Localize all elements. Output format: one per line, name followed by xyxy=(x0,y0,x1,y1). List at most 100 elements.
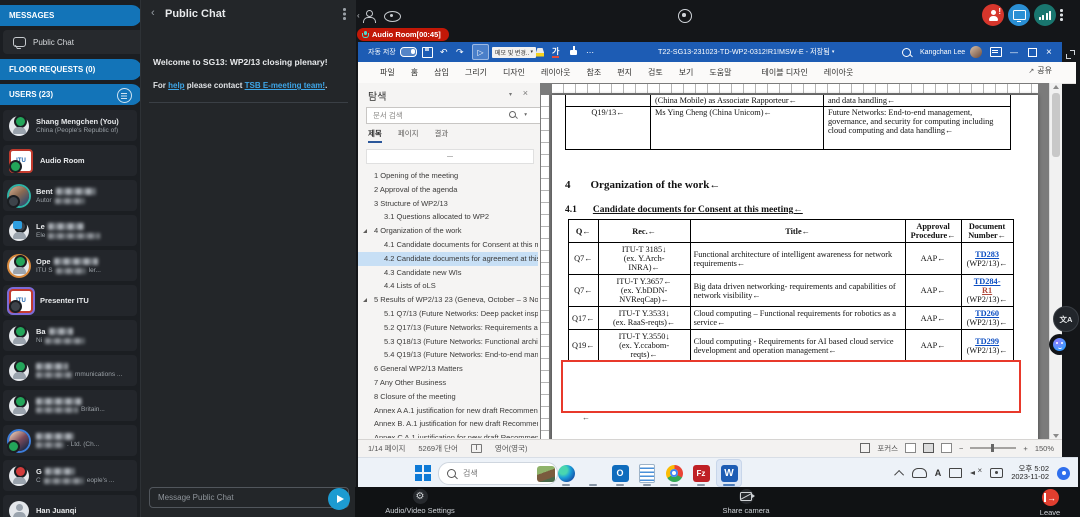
onedrive-icon[interactable] xyxy=(912,468,927,478)
nav-tab-pages[interactable]: 페이지 xyxy=(398,128,419,143)
nav-heading-item[interactable]: Annex A A.1 justification for new draft … xyxy=(358,404,538,418)
font-color-icon[interactable]: 가 xyxy=(552,42,559,62)
nav-heading-item[interactable]: 4 Organization of the work xyxy=(358,224,538,238)
nav-search-icon[interactable] xyxy=(509,111,516,118)
save-icon[interactable] xyxy=(422,42,433,62)
undo-icon[interactable]: ↶ xyxy=(440,42,448,62)
nav-heading-item[interactable]: 4.4 Lists of oLS xyxy=(358,279,538,293)
nav-heading-item[interactable]: Annex C A.1 justification for new draft … xyxy=(358,431,538,438)
toolbar-more-icon[interactable]: ⋯ xyxy=(586,42,594,62)
nav-heading-item[interactable]: Annex B. A.1 justification for new draft… xyxy=(358,417,538,431)
record-indicator-icon[interactable] xyxy=(678,9,692,23)
taskbar-search-box[interactable] xyxy=(438,462,558,485)
ribbon-tab[interactable]: 레이아웃 xyxy=(533,62,578,83)
consent-table-row[interactable]: Q7← ITU-T 3185↓(ex. Y.Arch-INRA)← Functi… xyxy=(569,243,1014,275)
nav-heading-item[interactable]: 3.1 Questions allocated to WP2 xyxy=(358,210,538,224)
search-highlight-image[interactable] xyxy=(537,466,555,482)
collapse-triangle-icon[interactable] xyxy=(363,298,367,302)
explorer-icon[interactable] xyxy=(581,460,605,486)
audio-video-settings-button[interactable]: ⚙ Audio/Video Settings xyxy=(365,489,475,515)
chat-menu-icon[interactable] xyxy=(343,8,346,20)
word-count[interactable]: 5269개 단어 xyxy=(418,443,457,454)
help-link[interactable]: help xyxy=(168,81,184,90)
ime-indicator[interactable]: A xyxy=(935,468,942,478)
nav-heading-item[interactable]: 4.2 Candidate documents for agreement at… xyxy=(358,252,538,266)
tsb-team-link[interactable]: TSB E-meeting team! xyxy=(245,81,325,90)
chrome-icon[interactable] xyxy=(662,460,686,486)
screen-share-button[interactable] xyxy=(1008,4,1030,26)
nav-heading-item[interactable]: 2 Approval of the agenda xyxy=(358,183,538,197)
notebook-icon[interactable] xyxy=(635,460,659,486)
close-button[interactable]: × xyxy=(1046,42,1052,62)
notification-badge[interactable] xyxy=(1057,467,1070,480)
taskbar-search-input[interactable] xyxy=(461,468,532,479)
account-avatar[interactable] xyxy=(970,42,982,62)
volume-muted-icon[interactable] xyxy=(970,469,982,478)
user-list-item[interactable]: ITU Audio Room xyxy=(3,145,137,176)
account-name[interactable]: Kangchan Lee xyxy=(920,42,965,62)
scroll-up-icon[interactable] xyxy=(1053,85,1059,89)
focus-mode-icon[interactable] xyxy=(860,443,870,453)
user-list-item[interactable]: Britain... xyxy=(3,390,137,421)
maximize-button[interactable] xyxy=(1028,42,1037,62)
user-list-item[interactable]: Shang Mengchen (You)China (People's Repu… xyxy=(3,110,137,141)
document-page[interactable]: (China Mobile) as Associate Rapporteur← … xyxy=(552,95,1038,440)
nav-heading-item[interactable]: 5.2 Q17/13 (Future Networks: Requirement… xyxy=(358,321,538,335)
user-list-item[interactable]: BaNi xyxy=(3,320,137,351)
topbar-menu-icon[interactable] xyxy=(1060,9,1063,22)
tray-chevron-icon[interactable] xyxy=(894,469,904,479)
user-list-item[interactable]: BentAutor xyxy=(3,180,137,211)
display-icon[interactable] xyxy=(949,468,962,478)
ribbon-context-tab[interactable]: 레이아웃 xyxy=(816,62,861,83)
zoom-slider-knob[interactable] xyxy=(991,444,994,452)
outlook-icon[interactable]: O xyxy=(608,460,632,486)
user-list-item[interactable]: mmunications ... xyxy=(3,355,137,386)
consent-table-row[interactable]: Q19← ITU-T Y.3550↓(ex. Y.ccabom-reqts)← … xyxy=(569,330,1014,362)
nav-heading-item[interactable]: 3 Structure of WP2/13 xyxy=(358,197,538,211)
document-link[interactable]: TD260 xyxy=(975,309,999,318)
scrollbar-thumb[interactable] xyxy=(1052,93,1060,157)
nav-heading-item[interactable]: 7 Any Other Business xyxy=(358,376,538,390)
back-chevron-icon[interactable]: ‹ xyxy=(151,7,155,19)
ribbon-display-icon[interactable] xyxy=(990,42,1002,62)
nav-search-caret-icon[interactable]: ▾ xyxy=(524,112,527,118)
chat-message-input[interactable] xyxy=(149,487,349,508)
messages-header[interactable]: MESSAGES xyxy=(0,5,142,26)
user-list-item[interactable]: GCeople's ... xyxy=(3,460,137,491)
taskbar-clock[interactable]: 오후 5:02 2023-11-02 xyxy=(1011,465,1049,482)
user-list-item[interactable]: ITU Presenter ITU xyxy=(3,285,137,316)
participant-arrow-icon[interactable]: ‹ xyxy=(358,8,376,24)
scroll-down-icon[interactable] xyxy=(1053,434,1059,438)
zoom-level[interactable]: 150% xyxy=(1035,444,1054,453)
ribbon-context-tab[interactable]: 테이블 디자인 xyxy=(754,62,816,83)
alert-hand-button[interactable]: ! xyxy=(982,4,1004,26)
edge-icon[interactable] xyxy=(554,460,578,486)
ribbon-tab[interactable]: 참조 xyxy=(578,62,609,83)
autosave-toggle[interactable] xyxy=(400,42,417,62)
ribbon-tab[interactable]: 파일 xyxy=(372,62,403,83)
nav-pane-close-icon[interactable]: × xyxy=(523,88,528,98)
document-link[interactable]: TD283 xyxy=(975,250,999,259)
fullscreen-expand-icon[interactable] xyxy=(1066,50,1075,59)
highlighter-icon[interactable] xyxy=(536,42,544,62)
page-indicator[interactable]: 1/14 페이지 xyxy=(368,443,405,454)
nav-tab-headings[interactable]: 제목 xyxy=(368,128,382,143)
users-filter-icon[interactable] xyxy=(117,88,132,103)
share-camera-button[interactable]: Share camera xyxy=(691,489,801,515)
vertical-ruler[interactable] xyxy=(541,95,549,440)
collapse-triangle-icon[interactable] xyxy=(363,229,367,233)
consent-table-row[interactable]: Q7← ITU-T Y.3657←(ex. Y.bDDN-NVReqCap)← … xyxy=(569,275,1014,307)
ribbon-tab[interactable]: 검토 xyxy=(640,62,671,83)
document-link[interactable]: R1 xyxy=(982,286,992,295)
user-list-item[interactable]: OpeITU Sler... xyxy=(3,250,137,281)
user-list-item[interactable]: LeEle xyxy=(3,215,137,246)
format-painter-icon[interactable] xyxy=(570,42,577,62)
zoom-in-icon[interactable]: + xyxy=(1023,444,1027,453)
audio-room-timer-pill[interactable]: Audio Room[00:45] xyxy=(357,28,449,41)
user-list-item[interactable]: . Ltd. (Ch... xyxy=(3,425,137,456)
read-mode-icon[interactable] xyxy=(905,443,916,453)
ai-assistant-floating-button[interactable] xyxy=(1049,334,1070,355)
web-layout-icon[interactable] xyxy=(941,443,952,453)
zoom-out-icon[interactable]: − xyxy=(959,444,963,453)
send-message-button[interactable] xyxy=(328,488,350,510)
